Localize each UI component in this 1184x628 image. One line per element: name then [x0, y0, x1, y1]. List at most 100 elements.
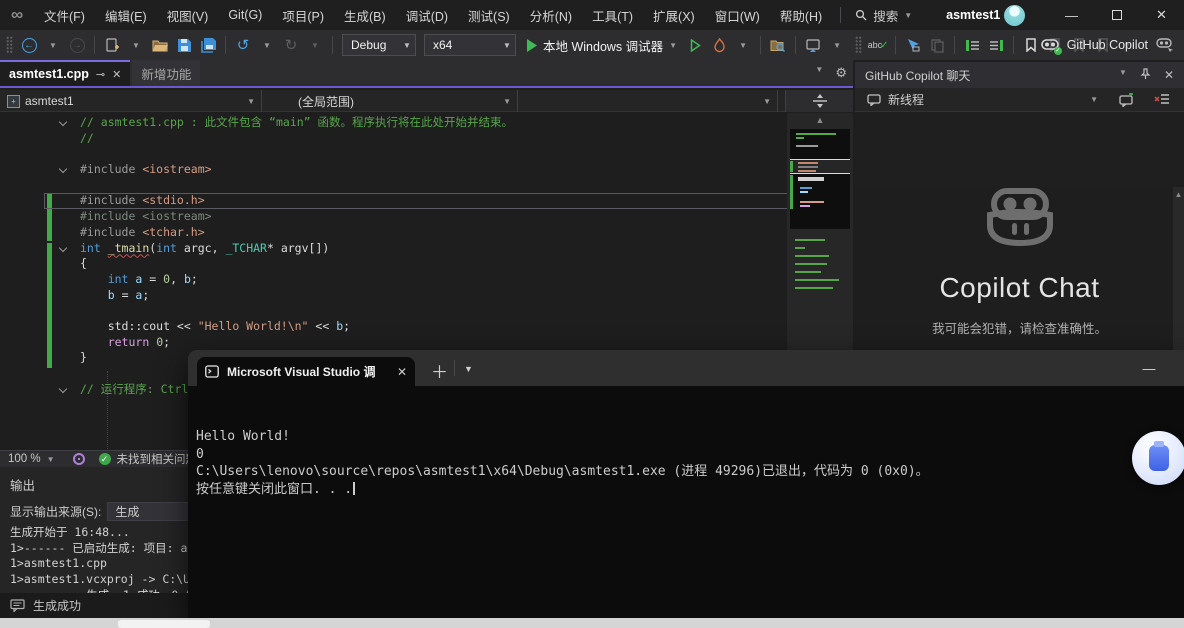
menu-build[interactable]: 生成(B): [334, 0, 396, 30]
copilot-completions-icon[interactable]: [1156, 38, 1174, 53]
menu-file[interactable]: 文件(F): [34, 0, 95, 30]
console-title-bar[interactable]: Microsoft Visual Studio 调试控制台 ✕ ＋ ▼ —: [188, 350, 1184, 386]
taskbar-button[interactable]: [118, 620, 210, 628]
member-dropdown[interactable]: ▼: [518, 90, 778, 112]
start-without-debugging-button[interactable]: [684, 33, 706, 57]
minimize-button[interactable]: —: [1049, 0, 1094, 30]
new-project-button[interactable]: [101, 33, 123, 57]
code-line[interactable]: int _tmain(int argc, _TCHAR* argv[]): [44, 241, 788, 257]
console-tab-dropdown-icon[interactable]: ▼: [464, 364, 473, 374]
fold-chevron-icon[interactable]: [59, 384, 67, 392]
code-line[interactable]: #include <stdio.h>: [44, 193, 788, 209]
code-line[interactable]: std::cout << "Hello World!\n" << b;: [44, 319, 788, 335]
copilot-badge-icon[interactable]: ✓: [1041, 38, 1059, 53]
console-tab-close-icon[interactable]: ✕: [397, 365, 407, 379]
document-list-dropdown-icon[interactable]: ▼: [815, 65, 823, 81]
scroll-up-icon[interactable]: ▲: [787, 115, 853, 125]
toolbar-grip-2[interactable]: [855, 36, 862, 54]
code-line[interactable]: [44, 303, 788, 319]
menu-help[interactable]: 帮助(H): [770, 0, 832, 30]
navigate-back-dropdown-icon[interactable]: ▼: [42, 33, 64, 57]
hot-reload-button[interactable]: [708, 33, 730, 57]
code-line[interactable]: #include <iostream>: [44, 209, 788, 225]
redo-button[interactable]: ↻: [280, 33, 302, 57]
pin-icon[interactable]: [1140, 68, 1151, 80]
code-line[interactable]: [44, 146, 788, 162]
zoom-level[interactable]: 100 %: [0, 453, 47, 465]
new-console-tab-icon[interactable]: ＋: [431, 358, 448, 383]
windows-taskbar-edge[interactable]: [0, 618, 1184, 628]
menu-window[interactable]: 窗口(W): [705, 0, 770, 30]
project-dropdown[interactable]: + asmtest1 ▼: [0, 90, 262, 112]
fold-chevron-icon[interactable]: [59, 165, 67, 173]
code-line[interactable]: int a = 0, b;: [44, 272, 788, 288]
save-all-button[interactable]: [197, 33, 219, 57]
delete-thread-button[interactable]: [1154, 93, 1170, 106]
menu-view[interactable]: 视图(V): [157, 0, 219, 30]
hot-reload-dropdown-icon[interactable]: ▼: [732, 33, 754, 57]
spell-check-button[interactable]: abc✓: [867, 33, 889, 57]
copy-code-button[interactable]: [926, 33, 948, 57]
menu-analyze[interactable]: 分析(N): [520, 0, 582, 30]
close-tab-icon[interactable]: ✕: [112, 68, 121, 81]
search-dropdown-icon[interactable]: ▼: [904, 11, 912, 20]
redo-dropdown-icon[interactable]: ▼: [304, 33, 326, 57]
fold-chevron-icon[interactable]: [59, 243, 67, 251]
navigate-home-button[interactable]: [802, 33, 824, 57]
new-project-dropdown-icon[interactable]: ▼: [125, 33, 147, 57]
code-line[interactable]: // asmtest1.cpp : 此文件包含 “main” 函数。程序执行将在…: [44, 115, 788, 131]
navigate-back-button[interactable]: ←: [18, 33, 40, 57]
menu-test[interactable]: 测试(S): [458, 0, 520, 30]
code-health-icon[interactable]: [73, 453, 85, 465]
code-line[interactable]: return 0;: [44, 335, 788, 351]
menu-tools[interactable]: 工具(T): [582, 0, 643, 30]
code-line[interactable]: [44, 178, 788, 194]
thread-dropdown-icon[interactable]: ▼: [1090, 95, 1098, 104]
tab-whats-new[interactable]: 新增功能: [132, 60, 200, 86]
console-output[interactable]: Hello World!0C:\Users\lenovo\source\repo…: [188, 386, 1184, 618]
editor-options-gear-icon[interactable]: ⚙: [835, 65, 847, 81]
intellisense-cursor-button[interactable]: [902, 33, 924, 57]
close-button[interactable]: ✕: [1139, 0, 1184, 30]
copilot-panel-header[interactable]: GitHub Copilot 聊天 ▼ ✕: [855, 62, 1184, 88]
start-debugging-button[interactable]: 本地 Windows 调试器 ▼: [520, 36, 683, 55]
code-line[interactable]: #include <iostream>: [44, 162, 788, 178]
floating-capture-tool-button[interactable]: [1132, 431, 1184, 485]
undo-button[interactable]: ↺: [232, 33, 254, 57]
user-avatar[interactable]: [1004, 5, 1025, 26]
close-panel-icon[interactable]: ✕: [1164, 68, 1174, 82]
tab-asmtest1-cpp[interactable]: asmtest1.cpp ⊸ ✕: [0, 60, 130, 86]
debug-console-window[interactable]: Microsoft Visual Studio 调试控制台 ✕ ＋ ▼ — He…: [188, 350, 1184, 618]
undo-dropdown-icon[interactable]: ▼: [256, 33, 278, 57]
console-tab[interactable]: Microsoft Visual Studio 调试控制台 ✕: [197, 357, 415, 386]
toggle-bookmark-button[interactable]: [1020, 33, 1042, 57]
console-minimize-button[interactable]: —: [1126, 350, 1172, 386]
search-control[interactable]: 搜索 ▼: [849, 6, 918, 25]
split-editor-handle[interactable]: [785, 90, 853, 112]
solution-configuration-combo[interactable]: Debug▼: [342, 34, 416, 56]
navigate-forward-button[interactable]: →: [66, 33, 88, 57]
menu-debug[interactable]: 调试(D): [396, 0, 458, 30]
menu-git[interactable]: Git(G): [218, 0, 272, 30]
thread-name[interactable]: 新线程: [888, 91, 924, 108]
menu-project[interactable]: 项目(P): [272, 0, 334, 30]
increase-indent-button[interactable]: [985, 33, 1007, 57]
zoom-dropdown-icon[interactable]: ▼: [47, 455, 63, 464]
save-button[interactable]: [173, 33, 195, 57]
fold-chevron-icon[interactable]: [59, 118, 67, 126]
open-file-button[interactable]: [149, 33, 171, 57]
code-line[interactable]: {: [44, 256, 788, 272]
pin-icon[interactable]: ⊸: [96, 68, 105, 81]
decrease-indent-button[interactable]: [961, 33, 983, 57]
copilot-label[interactable]: GitHub Copilot: [1067, 38, 1148, 52]
menu-edit[interactable]: 编辑(E): [95, 0, 157, 30]
code-line[interactable]: b = a;: [44, 288, 788, 304]
maximize-button[interactable]: [1094, 0, 1139, 30]
find-in-files-button[interactable]: [767, 33, 789, 57]
panel-options-dropdown-icon[interactable]: ▼: [1119, 68, 1127, 82]
navigate-dropdown-icon[interactable]: ▼: [826, 33, 848, 57]
menu-extensions[interactable]: 扩展(X): [643, 0, 705, 30]
code-line[interactable]: //: [44, 131, 788, 147]
new-thread-button[interactable]: [1118, 93, 1134, 107]
solution-platform-combo[interactable]: x64▼: [424, 34, 516, 56]
